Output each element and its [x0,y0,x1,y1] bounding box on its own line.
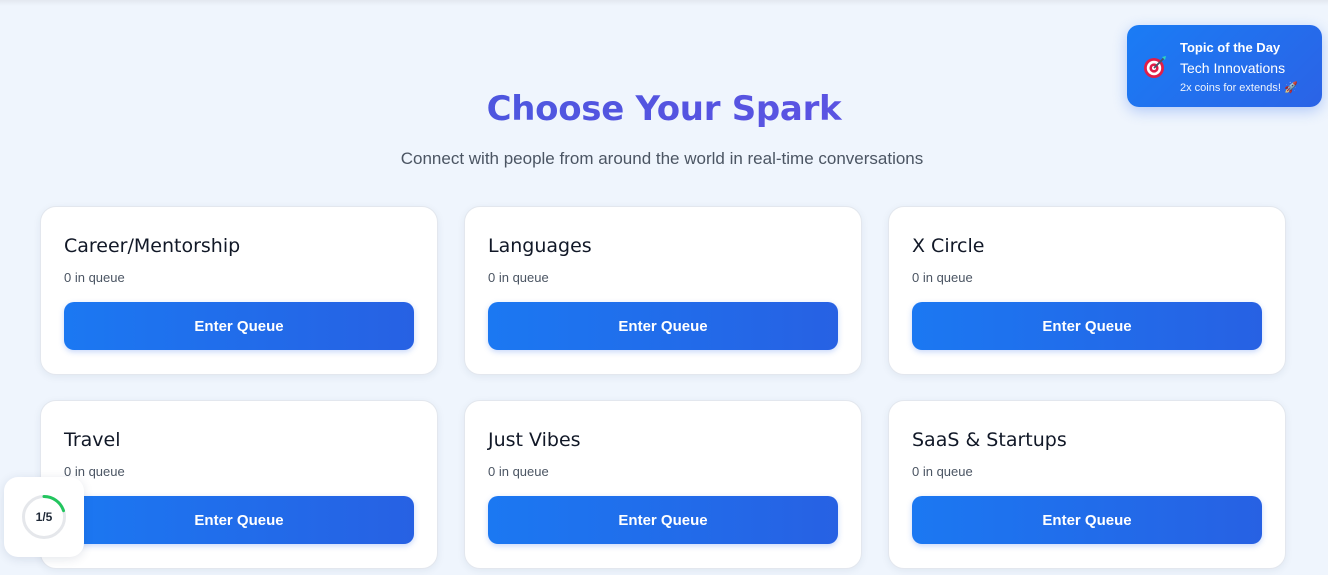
category-title: Career/Mentorship [64,235,241,257]
page-subtitle: Connect with people from around the worl… [400,149,924,168]
category-card-travel: Travel 0 in queue Enter Queue [40,400,438,569]
category-title: Just Vibes [488,429,581,451]
queue-count: 0 in queue [912,464,973,479]
progress-widget[interactable]: 1/5 [4,477,84,557]
topic-of-the-day-card[interactable]: Topic of the Day Tech Innovations 2x coi… [1127,25,1322,107]
category-title: Languages [488,235,592,257]
category-title: Travel [64,429,121,451]
enter-queue-button[interactable]: Enter Queue [488,496,838,544]
enter-queue-button[interactable]: Enter Queue [64,302,414,350]
enter-queue-button[interactable]: Enter Queue [912,496,1262,544]
category-title: SaaS & Startups [912,429,1067,451]
header-shadow [0,0,1328,6]
queue-count: 0 in queue [488,464,549,479]
enter-queue-button[interactable]: Enter Queue [64,496,414,544]
enter-queue-button[interactable]: Enter Queue [488,302,838,350]
category-card-just-vibes: Just Vibes 0 in queue Enter Queue [464,400,862,569]
enter-queue-button[interactable]: Enter Queue [912,302,1262,350]
category-card-career: Career/Mentorship 0 in queue Enter Queue [40,206,438,375]
category-title: X Circle [912,235,985,257]
topic-name: Tech Innovations [1180,60,1286,76]
category-card-languages: Languages 0 in queue Enter Queue [464,206,862,375]
category-card-saas-startups: SaaS & Startups 0 in queue Enter Queue [888,400,1286,569]
target-icon [1144,56,1166,78]
queue-count: 0 in queue [488,270,549,285]
progress-label: 1/5 [35,510,53,524]
topic-heading: Topic of the Day [1180,40,1281,55]
category-card-x-circle: X Circle 0 in queue Enter Queue [888,206,1286,375]
topic-bonus: 2x coins for extends! 🚀 [1180,82,1298,94]
queue-count: 0 in queue [64,270,125,285]
queue-count: 0 in queue [912,270,973,285]
